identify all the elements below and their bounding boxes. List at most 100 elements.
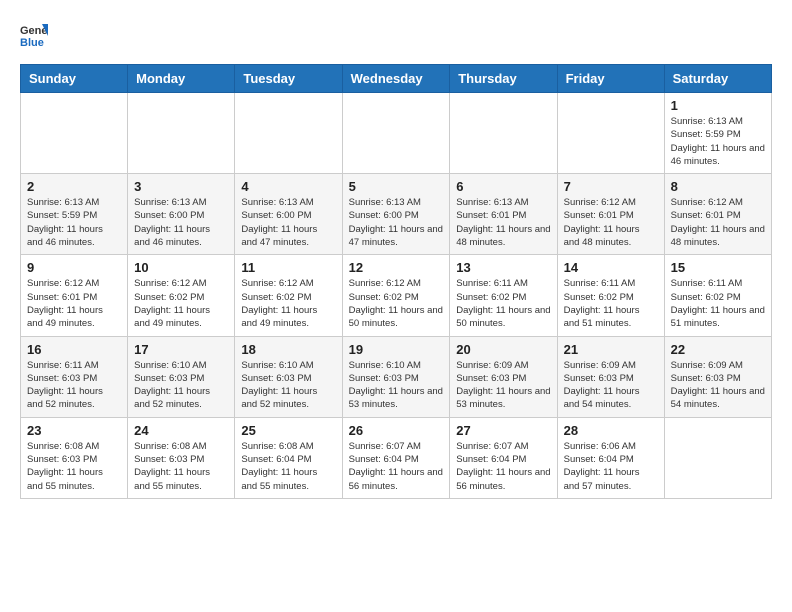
calendar-cell: 25 Sunrise: 6:08 AM Sunset: 6:04 PM Dayli… <box>235 417 342 498</box>
calendar-cell: 5 Sunrise: 6:13 AM Sunset: 6:00 PM Daylig… <box>342 174 450 255</box>
day-info: Sunrise: 6:10 AM Sunset: 6:03 PM Dayligh… <box>349 359 444 412</box>
calendar-cell: 27 Sunrise: 6:07 AM Sunset: 6:04 PM Dayli… <box>450 417 557 498</box>
calendar-cell: 2 Sunrise: 6:13 AM Sunset: 5:59 PM Daylig… <box>21 174 128 255</box>
day-info: Sunrise: 6:07 AM Sunset: 6:04 PM Dayligh… <box>349 440 444 493</box>
day-info: Sunrise: 6:09 AM Sunset: 6:03 PM Dayligh… <box>671 359 765 412</box>
calendar-cell: 16 Sunrise: 6:11 AM Sunset: 6:03 PM Dayli… <box>21 336 128 417</box>
day-info: Sunrise: 6:13 AM Sunset: 5:59 PM Dayligh… <box>671 115 765 168</box>
day-info: Sunrise: 6:09 AM Sunset: 6:03 PM Dayligh… <box>456 359 550 412</box>
calendar-cell: 8Sunrise: 6:12 AM Sunset: 6:01 PM Daylig… <box>664 174 771 255</box>
calendar-cell: 15 Sunrise: 6:11 AM Sunset: 6:02 PM Dayli… <box>664 255 771 336</box>
header-row: SundayMondayTuesdayWednesdayThursdayFrid… <box>21 65 772 93</box>
header-day-tuesday: Tuesday <box>235 65 342 93</box>
calendar-cell: 24 Sunrise: 6:08 AM Sunset: 6:03 PM Dayli… <box>128 417 235 498</box>
day-number: 18 <box>241 342 335 357</box>
calendar-cell: 14Sunrise: 6:11 AM Sunset: 6:02 PM Dayli… <box>557 255 664 336</box>
day-info: Sunrise: 6:06 AM Sunset: 6:04 PM Dayligh… <box>564 440 658 493</box>
day-number: 7 <box>564 179 658 194</box>
calendar-cell: 26 Sunrise: 6:07 AM Sunset: 6:04 PM Dayli… <box>342 417 450 498</box>
day-info: Sunrise: 6:12 AM Sunset: 6:02 PM Dayligh… <box>349 277 444 330</box>
day-info: Sunrise: 6:11 AM Sunset: 6:03 PM Dayligh… <box>27 359 121 412</box>
calendar-header: SundayMondayTuesdayWednesdayThursdayFrid… <box>21 65 772 93</box>
header-day-monday: Monday <box>128 65 235 93</box>
day-number: 13 <box>456 260 550 275</box>
day-info: Sunrise: 6:12 AM Sunset: 6:02 PM Dayligh… <box>134 277 228 330</box>
day-info: Sunrise: 6:13 AM Sunset: 5:59 PM Dayligh… <box>27 196 121 249</box>
page-header: General Blue <box>20 20 772 48</box>
calendar-cell <box>128 93 235 174</box>
week-row-3: 16 Sunrise: 6:11 AM Sunset: 6:03 PM Dayli… <box>21 336 772 417</box>
day-number: 24 <box>134 423 228 438</box>
day-number: 4 <box>241 179 335 194</box>
day-number: 28 <box>564 423 658 438</box>
day-info: Sunrise: 6:12 AM Sunset: 6:02 PM Dayligh… <box>241 277 335 330</box>
day-number: 15 <box>671 260 765 275</box>
calendar-cell <box>342 93 450 174</box>
day-number: 1 <box>671 98 765 113</box>
calendar-body: 1 Sunrise: 6:13 AM Sunset: 5:59 PM Daylig… <box>21 93 772 499</box>
day-number: 3 <box>134 179 228 194</box>
calendar-cell <box>450 93 557 174</box>
week-row-0: 1 Sunrise: 6:13 AM Sunset: 5:59 PM Daylig… <box>21 93 772 174</box>
day-info: Sunrise: 6:11 AM Sunset: 6:02 PM Dayligh… <box>456 277 550 330</box>
header-day-wednesday: Wednesday <box>342 65 450 93</box>
logo: General Blue <box>20 20 52 48</box>
calendar-cell: 17Sunrise: 6:10 AM Sunset: 6:03 PM Dayli… <box>128 336 235 417</box>
day-info: Sunrise: 6:07 AM Sunset: 6:04 PM Dayligh… <box>456 440 550 493</box>
day-number: 5 <box>349 179 444 194</box>
day-info: Sunrise: 6:08 AM Sunset: 6:03 PM Dayligh… <box>134 440 228 493</box>
calendar-cell <box>557 93 664 174</box>
day-number: 10 <box>134 260 228 275</box>
day-info: Sunrise: 6:12 AM Sunset: 6:01 PM Dayligh… <box>671 196 765 249</box>
day-info: Sunrise: 6:08 AM Sunset: 6:04 PM Dayligh… <box>241 440 335 493</box>
calendar-cell: 9 Sunrise: 6:12 AM Sunset: 6:01 PM Daylig… <box>21 255 128 336</box>
day-number: 9 <box>27 260 121 275</box>
day-number: 6 <box>456 179 550 194</box>
calendar-cell: 3 Sunrise: 6:13 AM Sunset: 6:00 PM Daylig… <box>128 174 235 255</box>
day-number: 25 <box>241 423 335 438</box>
day-number: 19 <box>349 342 444 357</box>
header-day-saturday: Saturday <box>664 65 771 93</box>
week-row-4: 23 Sunrise: 6:08 AM Sunset: 6:03 PM Dayli… <box>21 417 772 498</box>
calendar-cell: 21Sunrise: 6:09 AM Sunset: 6:03 PM Dayli… <box>557 336 664 417</box>
calendar-cell: 6 Sunrise: 6:13 AM Sunset: 6:01 PM Daylig… <box>450 174 557 255</box>
calendar-cell: 10 Sunrise: 6:12 AM Sunset: 6:02 PM Dayli… <box>128 255 235 336</box>
day-number: 16 <box>27 342 121 357</box>
calendar-cell: 7 Sunrise: 6:12 AM Sunset: 6:01 PM Daylig… <box>557 174 664 255</box>
day-number: 17 <box>134 342 228 357</box>
day-number: 11 <box>241 260 335 275</box>
calendar-cell <box>664 417 771 498</box>
calendar-cell: 1 Sunrise: 6:13 AM Sunset: 5:59 PM Daylig… <box>664 93 771 174</box>
day-info: Sunrise: 6:13 AM Sunset: 6:00 PM Dayligh… <box>349 196 444 249</box>
day-number: 12 <box>349 260 444 275</box>
day-number: 20 <box>456 342 550 357</box>
day-number: 2 <box>27 179 121 194</box>
day-number: 26 <box>349 423 444 438</box>
calendar-cell: 23 Sunrise: 6:08 AM Sunset: 6:03 PM Dayli… <box>21 417 128 498</box>
day-info: Sunrise: 6:09 AM Sunset: 6:03 PM Dayligh… <box>564 359 658 412</box>
logo-icon: General Blue <box>20 20 48 48</box>
calendar-cell: 11 Sunrise: 6:12 AM Sunset: 6:02 PM Dayli… <box>235 255 342 336</box>
day-info: Sunrise: 6:13 AM Sunset: 6:01 PM Dayligh… <box>456 196 550 249</box>
day-info: Sunrise: 6:08 AM Sunset: 6:03 PM Dayligh… <box>27 440 121 493</box>
week-row-1: 2 Sunrise: 6:13 AM Sunset: 5:59 PM Daylig… <box>21 174 772 255</box>
calendar-cell <box>235 93 342 174</box>
day-info: Sunrise: 6:12 AM Sunset: 6:01 PM Dayligh… <box>27 277 121 330</box>
day-number: 27 <box>456 423 550 438</box>
day-number: 22 <box>671 342 765 357</box>
calendar-cell: 13 Sunrise: 6:11 AM Sunset: 6:02 PM Dayli… <box>450 255 557 336</box>
day-info: Sunrise: 6:13 AM Sunset: 6:00 PM Dayligh… <box>134 196 228 249</box>
day-info: Sunrise: 6:12 AM Sunset: 6:01 PM Dayligh… <box>564 196 658 249</box>
day-info: Sunrise: 6:11 AM Sunset: 6:02 PM Dayligh… <box>671 277 765 330</box>
header-day-friday: Friday <box>557 65 664 93</box>
day-info: Sunrise: 6:10 AM Sunset: 6:03 PM Dayligh… <box>241 359 335 412</box>
calendar-cell: 12 Sunrise: 6:12 AM Sunset: 6:02 PM Dayli… <box>342 255 450 336</box>
calendar-table: SundayMondayTuesdayWednesdayThursdayFrid… <box>20 64 772 499</box>
day-number: 23 <box>27 423 121 438</box>
day-info: Sunrise: 6:13 AM Sunset: 6:00 PM Dayligh… <box>241 196 335 249</box>
week-row-2: 9 Sunrise: 6:12 AM Sunset: 6:01 PM Daylig… <box>21 255 772 336</box>
calendar-cell: 28 Sunrise: 6:06 AM Sunset: 6:04 PM Dayli… <box>557 417 664 498</box>
calendar-cell: 4 Sunrise: 6:13 AM Sunset: 6:00 PM Daylig… <box>235 174 342 255</box>
svg-text:Blue: Blue <box>20 37 44 48</box>
day-info: Sunrise: 6:11 AM Sunset: 6:02 PM Dayligh… <box>564 277 658 330</box>
